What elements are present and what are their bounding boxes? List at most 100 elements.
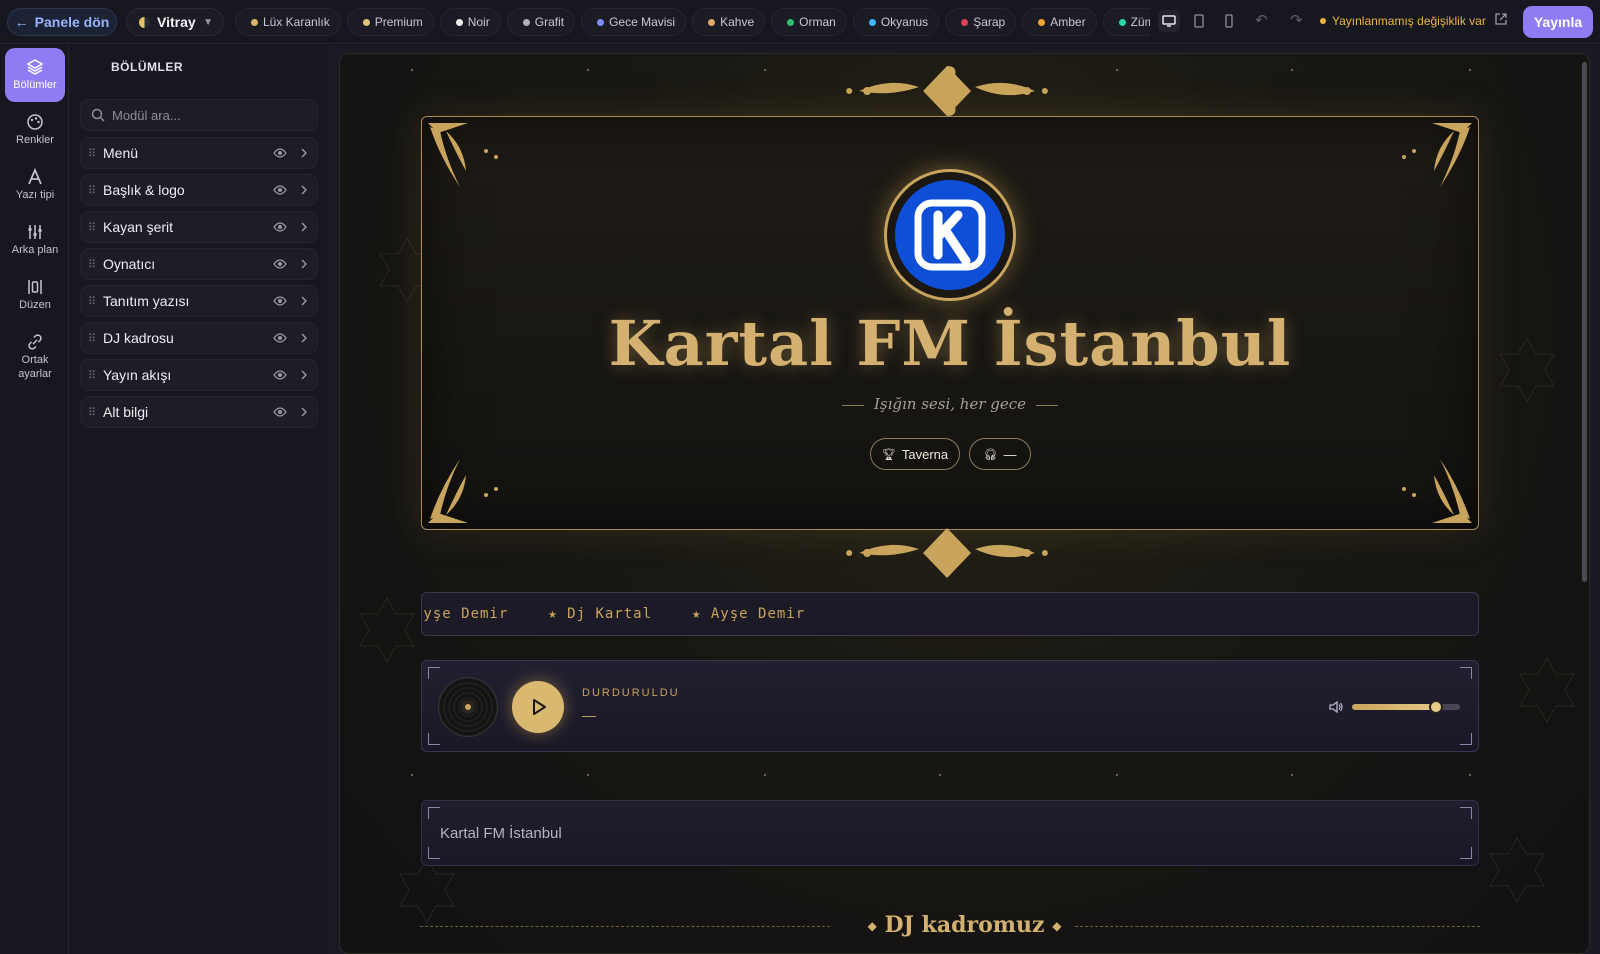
visibility-toggle[interactable] [269, 146, 291, 160]
drag-handle-icon[interactable]: ⠿ [81, 147, 103, 160]
expand-button[interactable] [291, 259, 317, 269]
expand-button[interactable] [291, 333, 317, 343]
section-item[interactable]: ⠿ Yayın akışı [80, 359, 318, 391]
color-dot-icon [362, 18, 370, 26]
listeners-chip[interactable]: 🎧︎ — [969, 438, 1031, 470]
section-item[interactable]: ⠿ Menü [80, 137, 318, 169]
link-icon [28, 334, 42, 350]
theme-preset-chip[interactable]: Noir [439, 8, 501, 36]
visibility-toggle[interactable] [269, 405, 291, 419]
section-item[interactable]: ⠿ DJ kadrosu [80, 322, 318, 354]
theme-preset-chip[interactable]: Grafit [506, 8, 576, 36]
theme-preset-chip[interactable]: Gece Mavisi [581, 8, 687, 36]
mobile-view-button[interactable] [1218, 10, 1240, 32]
theme-preset-chip[interactable]: Orman [771, 8, 847, 36]
eye-icon [273, 185, 287, 195]
logo-k-mark [895, 180, 1005, 290]
search-input[interactable] [112, 107, 302, 123]
ticker-item: Ayşe Demir [421, 606, 509, 622]
theme-preset-chip[interactable]: Zümrüt [1102, 8, 1150, 36]
drag-handle-icon[interactable]: ⠿ [81, 295, 103, 308]
color-dot-icon [522, 18, 530, 26]
visibility-toggle[interactable] [269, 368, 291, 382]
theme-preset-chip[interactable]: Premium [346, 8, 434, 36]
drag-handle-icon[interactable]: ⠿ [81, 369, 103, 382]
theme-preset-chip[interactable]: Şarap [945, 8, 1017, 36]
visibility-toggle[interactable] [269, 294, 291, 308]
expand-button[interactable] [291, 370, 317, 380]
rail-item-colors[interactable]: Renkler [5, 103, 65, 157]
visibility-toggle[interactable] [269, 220, 291, 234]
drag-handle-icon[interactable]: ⠿ [81, 406, 103, 419]
theme-preset-chip[interactable]: Amber [1022, 8, 1097, 36]
color-dot-icon [787, 18, 795, 26]
drag-handle-icon[interactable]: ⠿ [81, 258, 103, 271]
eye-icon [273, 296, 287, 306]
theme-preset-label: Orman [799, 15, 836, 29]
volume-slider[interactable] [1352, 700, 1460, 714]
rail-label: Düzen [19, 298, 51, 311]
intro-text: Kartal FM İstanbul [440, 825, 562, 842]
rail-label: Renkler [16, 133, 54, 146]
unsaved-changes-indicator: Yayınlanmamış değişiklik var [1320, 14, 1486, 28]
bottom-ornament [846, 528, 1048, 578]
intro-section: Kartal FM İstanbul [421, 800, 1479, 866]
top-toolbar: ← Panele dön Vitray ▼ Lüx Karanlık Premiu… [0, 0, 1600, 44]
site-logo[interactable] [884, 169, 1016, 301]
chevron-right-icon [301, 148, 307, 158]
rail-item-font[interactable]: Yazı tipi [5, 158, 65, 212]
genre-chip[interactable]: 🏆︎ Taverna [870, 438, 960, 470]
module-search[interactable] [80, 99, 318, 131]
visibility-toggle[interactable] [269, 183, 291, 197]
redo-button[interactable]: ↷ [1290, 11, 1303, 29]
drag-handle-icon[interactable]: ⠿ [81, 332, 103, 345]
section-item[interactable]: ⠿ Tanıtım yazısı [80, 285, 318, 317]
vinyl-record-icon [438, 677, 498, 737]
theme-preset-label: Şarap [973, 15, 1006, 29]
theme-preset-chip[interactable]: Okyanus [852, 8, 940, 36]
volume-thumb[interactable] [1429, 700, 1444, 714]
drag-handle-icon[interactable]: ⠿ [81, 184, 103, 197]
open-external-button[interactable] [1494, 12, 1508, 31]
visibility-toggle[interactable] [269, 257, 291, 271]
drag-handle-icon[interactable]: ⠿ [81, 221, 103, 234]
diamond-icon: ◆ [1052, 919, 1062, 933]
back-to-panel-label: Panele dön [34, 14, 110, 30]
volume-button[interactable] [1328, 699, 1344, 720]
panel-title: BÖLÜMLER [111, 60, 183, 74]
rail-item-sections[interactable]: Bölümler [5, 48, 65, 102]
expand-button[interactable] [291, 407, 317, 417]
expand-button[interactable] [291, 296, 317, 306]
site-preview[interactable]: Kartal FM İstanbul Işığın sesi, her gece… [339, 53, 1590, 954]
arrow-left-icon: ← [14, 14, 29, 30]
tablet-view-button[interactable] [1188, 10, 1210, 32]
visibility-toggle[interactable] [269, 331, 291, 345]
sections-panel: BÖLÜMLER ⠿Menü⠿Başlık & logo⠿Kayan şerit… [69, 45, 330, 954]
genre-chip-label: Taverna [901, 446, 949, 462]
tablet-icon [1194, 14, 1204, 28]
chevron-right-icon [301, 185, 307, 195]
section-item[interactable]: ⠿ Oynatıcı [80, 248, 318, 280]
player-status: DURDURULDU [582, 687, 680, 699]
section-item[interactable]: ⠿ Başlık & logo [80, 174, 318, 206]
theme-select[interactable]: Vitray ▼ [126, 8, 224, 36]
expand-button[interactable] [291, 148, 317, 158]
site-title: Kartal FM İstanbul [608, 307, 1292, 380]
preview-scrollbar[interactable] [1582, 62, 1587, 582]
back-to-panel-button[interactable]: ← Panele dön [7, 8, 117, 36]
undo-button[interactable]: ↶ [1255, 11, 1268, 29]
expand-button[interactable] [291, 222, 317, 232]
rail-item-shared-settings[interactable]: Ortak ayarlar [5, 325, 65, 389]
expand-button[interactable] [291, 185, 317, 195]
rail-item-background[interactable]: Arka plan [5, 213, 65, 267]
rail-item-layout[interactable]: Düzen [5, 268, 65, 322]
section-label: Kayan şerit [103, 219, 174, 235]
section-item[interactable]: ⠿ Alt bilgi [80, 396, 318, 428]
play-button[interactable] [512, 681, 564, 733]
theme-preset-chip[interactable]: Kahve [692, 8, 766, 36]
publish-button[interactable]: Yayınla [1523, 6, 1593, 38]
theme-preset-chip[interactable]: Lüx Karanlık [235, 8, 341, 36]
desktop-view-button[interactable] [1158, 10, 1180, 32]
preview-area: Kartal FM İstanbul Işığın sesi, her gece… [331, 45, 1600, 954]
section-item[interactable]: ⠿ Kayan şerit [80, 211, 318, 243]
